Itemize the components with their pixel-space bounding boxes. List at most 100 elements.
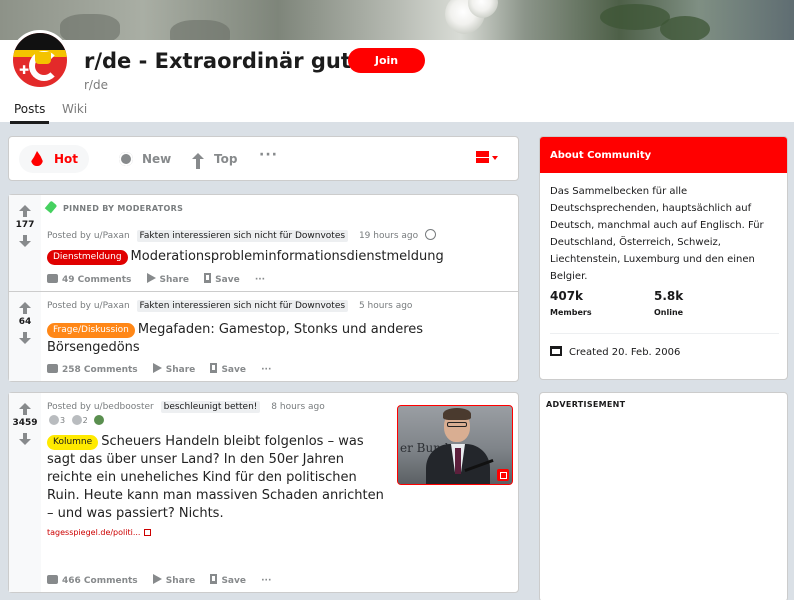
gear-icon [119,152,133,166]
post-actions: 258 Comments Share Save ··· [47,363,283,375]
online-stat: 5.8k Online [654,289,683,317]
post-score: 64 [18,317,32,327]
bookmark-icon [210,363,218,373]
post-card[interactable]: 177 PINNED BY MODERATORS Posted by u/Pax… [8,194,519,292]
downvote-icon[interactable] [19,433,31,445]
post-title[interactable]: Moderationsprobleminformationsdienstmeld… [131,249,444,264]
post-author[interactable]: Posted by u/Paxan [47,231,130,241]
post-title-row[interactable]: Kolumne Scheuers Handeln bleibt folgenlos… [47,433,387,523]
post-time[interactable]: 5 hours ago [359,301,413,311]
save-button[interactable]: Save [210,574,246,586]
crown-icon [35,52,51,64]
members-count: 407k [550,289,584,303]
bookmark-icon [204,273,212,283]
upvote-icon[interactable] [19,205,31,217]
tab-wiki[interactable]: Wiki [62,102,87,116]
post-title[interactable]: Scheuers Handeln bleibt folgenlos – was … [47,434,384,521]
tab-posts[interactable]: Posts [9,102,50,124]
join-button[interactable]: Join [348,48,425,73]
chevron-down-icon [492,156,498,160]
sort-more-button[interactable]: ··· [259,147,278,163]
award-icon [94,415,105,425]
post-card[interactable]: 3459 Posted by u/bedbooster beschleunigt… [8,392,519,593]
more-options-button[interactable]: ··· [261,576,271,586]
sort-bar: Hot New Top ··· [8,136,519,181]
award-icon [71,415,82,425]
banner-rock [170,20,230,40]
comments-button[interactable]: 258 Comments [47,364,138,375]
external-link-icon [497,469,509,481]
flame-icon [31,151,43,166]
sort-new-label: New [142,152,172,166]
about-community-card: About Community Das Sammelbecken für all… [539,136,788,380]
online-count: 5.8k [654,289,684,303]
sort-top-button[interactable]: Top [179,145,239,173]
share-icon [146,273,156,283]
save-button[interactable]: Save [210,363,246,375]
members-label: Members [550,308,592,317]
community-description: Das Sammelbecken für alle Deutschspreche… [550,186,764,282]
advertisement-label: ADVERTISEMENT [546,400,626,409]
community-header: ✚ r/de - Extraordinär gut! r/de Join Pos… [0,30,794,124]
post-score: 3459 [12,418,38,428]
upvote-icon[interactable] [19,403,31,415]
downvote-icon[interactable] [19,332,31,344]
comment-icon [47,364,58,373]
user-flair: Fakten interessieren sich nicht für Down… [136,230,349,242]
bookmark-icon [210,574,218,584]
post-title-row[interactable]: Dienstmeldung Moderationsprobleminformati… [47,248,507,266]
save-button[interactable]: Save [204,273,240,285]
award-count: 2 [82,416,88,425]
banner-rock [60,14,120,40]
more-options-button[interactable]: ··· [255,275,265,285]
post-score: 177 [15,220,35,230]
post-flair[interactable]: Frage/Diskussion [47,323,135,338]
share-icon [152,363,162,373]
community-avatar: ✚ [10,30,70,90]
post-meta: Posted by u/bedbooster beschleunigt bett… [47,401,325,413]
view-card-icon[interactable] [476,151,500,167]
post-time[interactable]: 8 hours ago [271,402,325,412]
cake-icon [550,346,562,356]
post-actions: 466 Comments Share Save ··· [47,574,283,586]
comments-button[interactable]: 49 Comments [47,274,131,285]
sort-new-button[interactable]: New [107,145,171,173]
award-icon [49,415,59,425]
award-icon [425,229,437,240]
top-icon [191,151,205,169]
award-row: 3 2 [47,415,105,425]
vote-column: 64 [9,292,41,381]
post-author[interactable]: Posted by u/Paxan [47,301,130,311]
comment-icon [47,575,58,584]
post-flair[interactable]: Dienstmeldung [47,250,128,265]
post-flair[interactable]: Kolumne [47,435,99,450]
created-date: Created 20. Feb. 2006 [550,346,680,358]
sort-hot-button[interactable]: Hot [19,145,89,173]
post-thumbnail[interactable]: er Bund [397,405,513,485]
external-link-icon [144,529,152,536]
downvote-icon[interactable] [19,235,31,247]
upvote-icon[interactable] [19,302,31,314]
share-button[interactable]: Share [152,363,195,375]
community-name: r/de [84,78,108,92]
more-options-button[interactable]: ··· [261,365,271,375]
online-label: Online [654,308,684,317]
sort-hot-label: Hot [54,152,79,166]
share-icon [152,574,162,584]
post-title-row[interactable]: Frage/Diskussion Megafaden: Gamestop, Sto… [47,321,447,357]
post-card[interactable]: 64 Posted by u/Paxan Fakten interessiere… [8,291,519,382]
user-flair: beschleunigt betten! [160,401,261,413]
post-link[interactable]: tagesspiegel.de/politi... [47,528,152,537]
share-button[interactable]: Share [146,273,189,285]
post-time[interactable]: 19 hours ago [359,231,418,241]
post-author[interactable]: Posted by u/bedbooster [47,402,154,412]
vote-column: 3459 [9,393,41,592]
banner-leaf [660,16,710,40]
user-flair: Fakten interessieren sich nicht für Down… [136,300,349,312]
share-button[interactable]: Share [152,574,195,586]
community-banner [0,0,794,40]
pinned-label: PINNED BY MODERATORS [44,200,183,214]
sort-top-label: Top [214,152,238,166]
award-count: 3 [60,416,66,425]
comments-button[interactable]: 466 Comments [47,575,138,586]
